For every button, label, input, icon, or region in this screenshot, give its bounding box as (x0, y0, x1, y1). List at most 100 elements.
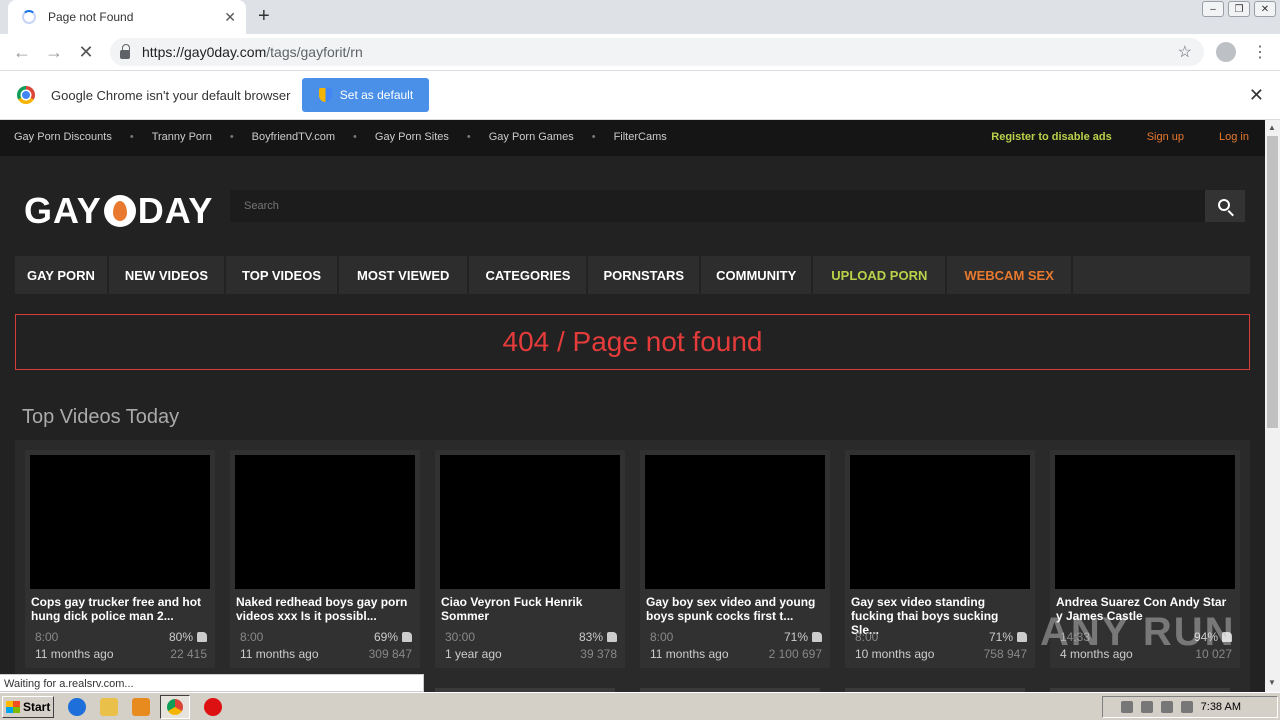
site-topbar: Gay Porn Discounts • Tranny Porn • Boyfrie… (0, 120, 1265, 156)
video-title[interactable]: Gay boy sex video and young boys spunk c… (646, 595, 824, 623)
url-host: https://gay0day.com (142, 44, 267, 60)
error-message: 404 / Page not found (502, 326, 763, 357)
internet-explorer-icon[interactable] (68, 697, 86, 716)
toplink-boyfriendtv[interactable]: BoyfriendTV.com (252, 131, 335, 143)
chrome-logo-icon (17, 86, 35, 104)
window-close-icon[interactable]: ✕ (1254, 1, 1276, 17)
infobar-close-icon[interactable]: ✕ (1249, 85, 1264, 106)
system-tray: 7:38 AM (1102, 696, 1278, 718)
nav-webcam-sex[interactable]: WEBCAM SEX (947, 256, 1073, 294)
video-thumbnail[interactable] (440, 455, 620, 589)
forward-arrow-icon[interactable]: → (38, 42, 70, 63)
opera-icon[interactable] (204, 697, 222, 716)
volume-icon[interactable] (1140, 701, 1153, 713)
toplink-tranny-porn[interactable]: Tranny Porn (152, 131, 212, 143)
video-card[interactable]: Gay sex video standing fucking thai boys… (845, 450, 1035, 668)
chrome-taskbar-button[interactable] (160, 694, 190, 719)
taskbar: Start 7:38 AM (0, 692, 1280, 720)
set-default-label: Set as default (339, 88, 414, 102)
flag-icon[interactable] (1180, 701, 1193, 713)
thumbs-up-icon (197, 632, 207, 642)
video-rating: 83% (579, 630, 617, 644)
search-button[interactable] (1205, 190, 1245, 222)
network-icon[interactable] (1160, 701, 1173, 713)
video-thumbnail[interactable] (645, 455, 825, 589)
video-views: 39 378 (580, 647, 617, 661)
thumbs-up-icon (1017, 632, 1027, 642)
video-thumbnail[interactable] (30, 455, 210, 589)
scroll-down-icon[interactable]: ▼ (1268, 678, 1276, 687)
video-views: 309 847 (368, 647, 412, 661)
signup-link[interactable]: Sign up (1147, 131, 1184, 143)
browser-tab[interactable]: Page not Found ✕ (8, 0, 246, 34)
url-text: https://gay0day.com/tags/gayforit/rn (142, 44, 363, 60)
start-button[interactable]: Start (2, 695, 54, 718)
nav-most-viewed[interactable]: MOST VIEWED (339, 256, 470, 294)
flame-logo-icon (103, 195, 136, 227)
profile-avatar-icon[interactable] (1216, 42, 1236, 62)
video-rating: 71% (989, 630, 1027, 644)
tab-close-icon[interactable]: ✕ (224, 9, 236, 26)
set-default-button[interactable]: Set as default (302, 78, 430, 112)
rating-value: 71% (783, 630, 808, 644)
register-link[interactable]: Register to disable ads (991, 131, 1111, 143)
bookmark-star-icon[interactable]: ☆ (1178, 42, 1192, 62)
video-duration: 8:00 (855, 630, 879, 644)
logo-text-right: DAY (137, 190, 214, 231)
folder-icon[interactable] (100, 697, 118, 716)
video-title[interactable]: Cops gay trucker free and hot hung dick … (31, 595, 209, 623)
toplink-gay-porn-discounts[interactable]: Gay Porn Discounts (14, 131, 112, 143)
video-title[interactable]: Ciao Veyron Fuck Henrik Sommer (441, 595, 619, 623)
media-player-icon[interactable] (132, 697, 150, 716)
chrome-icon (167, 698, 183, 715)
video-thumbnail[interactable] (235, 455, 415, 589)
scroll-up-icon[interactable]: ▲ (1268, 123, 1276, 132)
error-banner: 404 / Page not found (15, 314, 1250, 370)
thumbs-up-icon (402, 632, 412, 642)
video-card[interactable]: Naked redhead boys gay porn videos xxx I… (230, 450, 420, 668)
lock-icon (120, 43, 130, 59)
video-card[interactable]: Ciao Veyron Fuck Henrik Sommer 30:00 83%… (435, 450, 625, 668)
address-bar[interactable]: https://gay0day.com/tags/gayforit/rn ☆ (110, 38, 1204, 66)
minimize-icon[interactable]: – (1202, 1, 1224, 17)
back-arrow-icon[interactable]: ← (6, 42, 38, 63)
top-links: Gay Porn Discounts • Tranny Porn • Boyfrie… (14, 131, 667, 143)
toplink-gay-porn-games[interactable]: Gay Porn Games (489, 131, 574, 143)
thumbs-up-icon (607, 632, 617, 642)
nav-upload-porn[interactable]: UPLOAD PORN (813, 256, 948, 294)
video-title[interactable]: Naked redhead boys gay porn videos xxx I… (236, 595, 414, 623)
restore-icon[interactable]: ❐ (1228, 1, 1250, 17)
stop-loading-icon[interactable]: ✕ (70, 42, 102, 63)
nav-categories[interactable]: CATEGORIES (469, 256, 589, 294)
nav-community[interactable]: COMMUNITY (701, 256, 814, 294)
video-age: 11 months ago (650, 647, 729, 661)
nav-gay-porn[interactable]: GAY PORN (15, 256, 109, 294)
search-input[interactable] (230, 190, 1205, 222)
nav-new-videos[interactable]: NEW VIDEOS (109, 256, 226, 294)
tray-arrow-icon[interactable] (1120, 701, 1133, 713)
loading-spinner-icon (22, 10, 36, 24)
page-scrollbar[interactable]: ▲ ▼ (1265, 120, 1280, 692)
nav-pornstars[interactable]: PORNSTARS (588, 256, 702, 294)
login-link[interactable]: Log in (1219, 131, 1249, 143)
video-card[interactable]: Cops gay trucker free and hot hung dick … (25, 450, 215, 668)
video-duration: 30:00 (445, 630, 476, 644)
toplink-gay-porn-sites[interactable]: Gay Porn Sites (375, 131, 449, 143)
video-thumbnail[interactable] (850, 455, 1030, 589)
menu-kebab-icon[interactable]: ⋮ (1252, 42, 1268, 62)
scrollbar-thumb[interactable] (1267, 136, 1278, 428)
nav-top-videos[interactable]: TOP VIDEOS (226, 256, 339, 294)
toplink-filtercams[interactable]: FilterCams (614, 131, 667, 143)
search-icon (1217, 198, 1230, 211)
rating-value: 83% (578, 630, 603, 644)
tab-title: Page not Found (48, 10, 134, 24)
new-tab-icon[interactable]: + (258, 6, 270, 26)
site-search (230, 190, 1245, 222)
video-thumbnail[interactable] (1055, 455, 1235, 589)
section-title: Top Videos Today (22, 406, 180, 428)
site-logo[interactable]: GAY DAY (24, 190, 213, 232)
video-card[interactable]: Gay boy sex video and young boys spunk c… (640, 450, 830, 668)
default-browser-infobar: Google Chrome isn't your default browser… (0, 70, 1280, 120)
video-views: 758 947 (983, 647, 1027, 661)
url-path: /tags/gayforit/rn (266, 44, 363, 60)
